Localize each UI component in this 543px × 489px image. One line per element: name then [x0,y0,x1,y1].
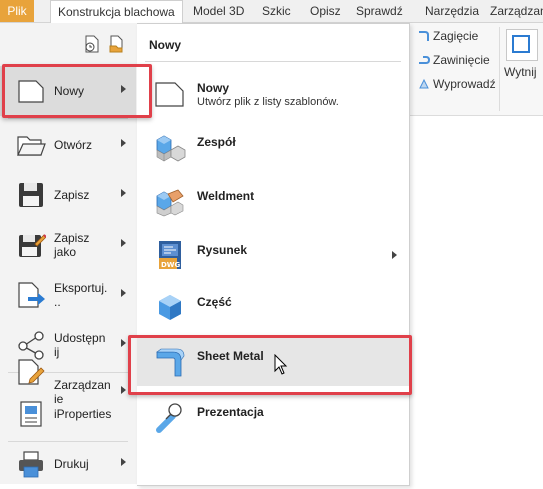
sheet-metal-icon [156,348,185,377]
menu-item-label: Zapisz [54,188,90,202]
chevron-right-icon [121,458,126,466]
submenu-item-label: Nowy [197,81,230,95]
menu-item-export[interactable]: Eksportuj. .. [0,270,136,320]
tab-sketch[interactable]: Szkic [255,0,298,22]
manage-icon [18,359,45,385]
submenu-item-assembly[interactable]: Zespół [137,122,409,172]
tab-manage[interactable]: Zarządzan [483,0,543,22]
ribbon-lofted-flange-label: Wyprowadź [433,77,496,91]
submenu-item-label: Część [197,295,232,309]
submenu-title: Nowy [149,38,182,52]
submenu-item-new[interactable]: Nowy Utwórz plik z listy szablonów. [137,68,409,118]
submenu-item-label: Zespół [197,135,236,149]
ribbon-cut-label[interactable]: Wytnij [504,65,537,79]
part-cube-icon [159,295,181,320]
menu-item-open[interactable]: Otwórz [0,120,136,170]
menu-item-new[interactable]: Nowy [0,66,136,116]
chevron-right-icon [121,189,126,197]
menu-divider [8,118,128,119]
iproperties-icon [20,401,42,427]
tab-tools[interactable]: Narzędzia [418,0,486,22]
mouse-cursor-icon [274,354,288,375]
tab-annotate[interactable]: Opisz [303,0,348,22]
menu-item-save-as[interactable]: Zapisz jako [0,220,136,270]
submenu-item-presentation[interactable]: Prezentacja [137,392,409,442]
submenu-item-label: Weldment [197,189,255,203]
menu-item-label: Zapisz jako [54,231,90,259]
printer-icon [19,451,43,478]
menu-item-label: Drukuj [54,457,89,471]
ribbon-bend-label: Zagięcie [433,29,479,43]
ribbon-separator [499,27,500,111]
svg-text:DWG: DWG [161,261,181,269]
submenu-item-label: Rysunek [197,243,248,257]
new-submenu: Nowy Nowy Utwórz plik z listy szablonów.… [137,23,410,486]
new-document-icon [155,82,184,107]
hem-icon [419,56,430,64]
tab-inspect[interactable]: Sprawdź [349,0,410,22]
menu-item-iproperties[interactable]: iProperties [0,389,136,439]
submenu-divider [145,61,401,62]
tab-sheet-metal[interactable]: Konstrukcja blachowa [50,0,183,23]
drawing-dwg-icon: DWG [159,241,181,269]
menu-item-label: Nowy [54,84,85,98]
chevron-right-icon [121,85,126,93]
bend-icon [419,31,429,41]
new-document-icon [18,80,44,103]
recent-documents-icon[interactable] [84,35,100,53]
submenu-item-drawing[interactable]: DWG Rysunek [137,230,409,280]
submenu-item-label: Prezentacja [197,405,264,419]
menu-item-save[interactable]: Zapisz [0,170,136,220]
export-icon [18,282,45,308]
chevron-right-icon [392,251,397,259]
open-documents-icon[interactable] [108,35,124,53]
menu-item-print[interactable]: Drukuj [0,439,136,489]
open-folder-icon [17,136,46,156]
tab-3d-model[interactable]: Model 3D [186,0,251,22]
chevron-right-icon [121,289,126,297]
save-disk-icon [19,183,43,207]
submenu-item-label: Sheet Metal [197,349,264,363]
tab-file[interactable]: Plik [0,0,34,22]
chevron-right-icon [121,239,126,247]
ribbon-hem-button[interactable]: Zawinięcie [418,51,490,69]
submenu-item-part[interactable]: Część [137,282,409,332]
ribbon-tab-bar: Plik Konstrukcja blachowa Model 3D Szkic… [0,0,543,23]
submenu-item-weldment[interactable]: Weldment [137,176,409,226]
chevron-right-icon [121,139,126,147]
cut-icon[interactable] [506,29,538,61]
ribbon-panel: Zagięcie Zawinięcie Wyprowadź Wytnij [400,23,543,116]
ribbon-hem-label: Zawinięcie [433,53,490,67]
menu-item-label: Otwórz [54,138,93,152]
submenu-item-sheet-metal[interactable]: Sheet Metal [137,336,409,386]
ribbon-lofted-flange-button[interactable]: Wyprowadź [418,75,496,93]
menu-item-manage[interactable]: Zarządzan ie [0,345,136,406]
menu-item-label: Eksportuj. .. [54,281,108,309]
submenu-item-description: Utwórz plik z listy szablonów. [197,96,339,108]
menu-item-label: iProperties [54,407,112,421]
assembly-icon [156,135,186,162]
weldment-icon [156,189,184,217]
ribbon-bend-button[interactable]: Zagięcie [418,27,478,45]
application-menu: Nowy Otwórz Zapisz Zapisz jako Eksportuj… [0,23,138,484]
lofted-flange-icon [419,78,429,89]
save-as-icon [19,234,46,257]
presentation-icon [156,403,182,433]
